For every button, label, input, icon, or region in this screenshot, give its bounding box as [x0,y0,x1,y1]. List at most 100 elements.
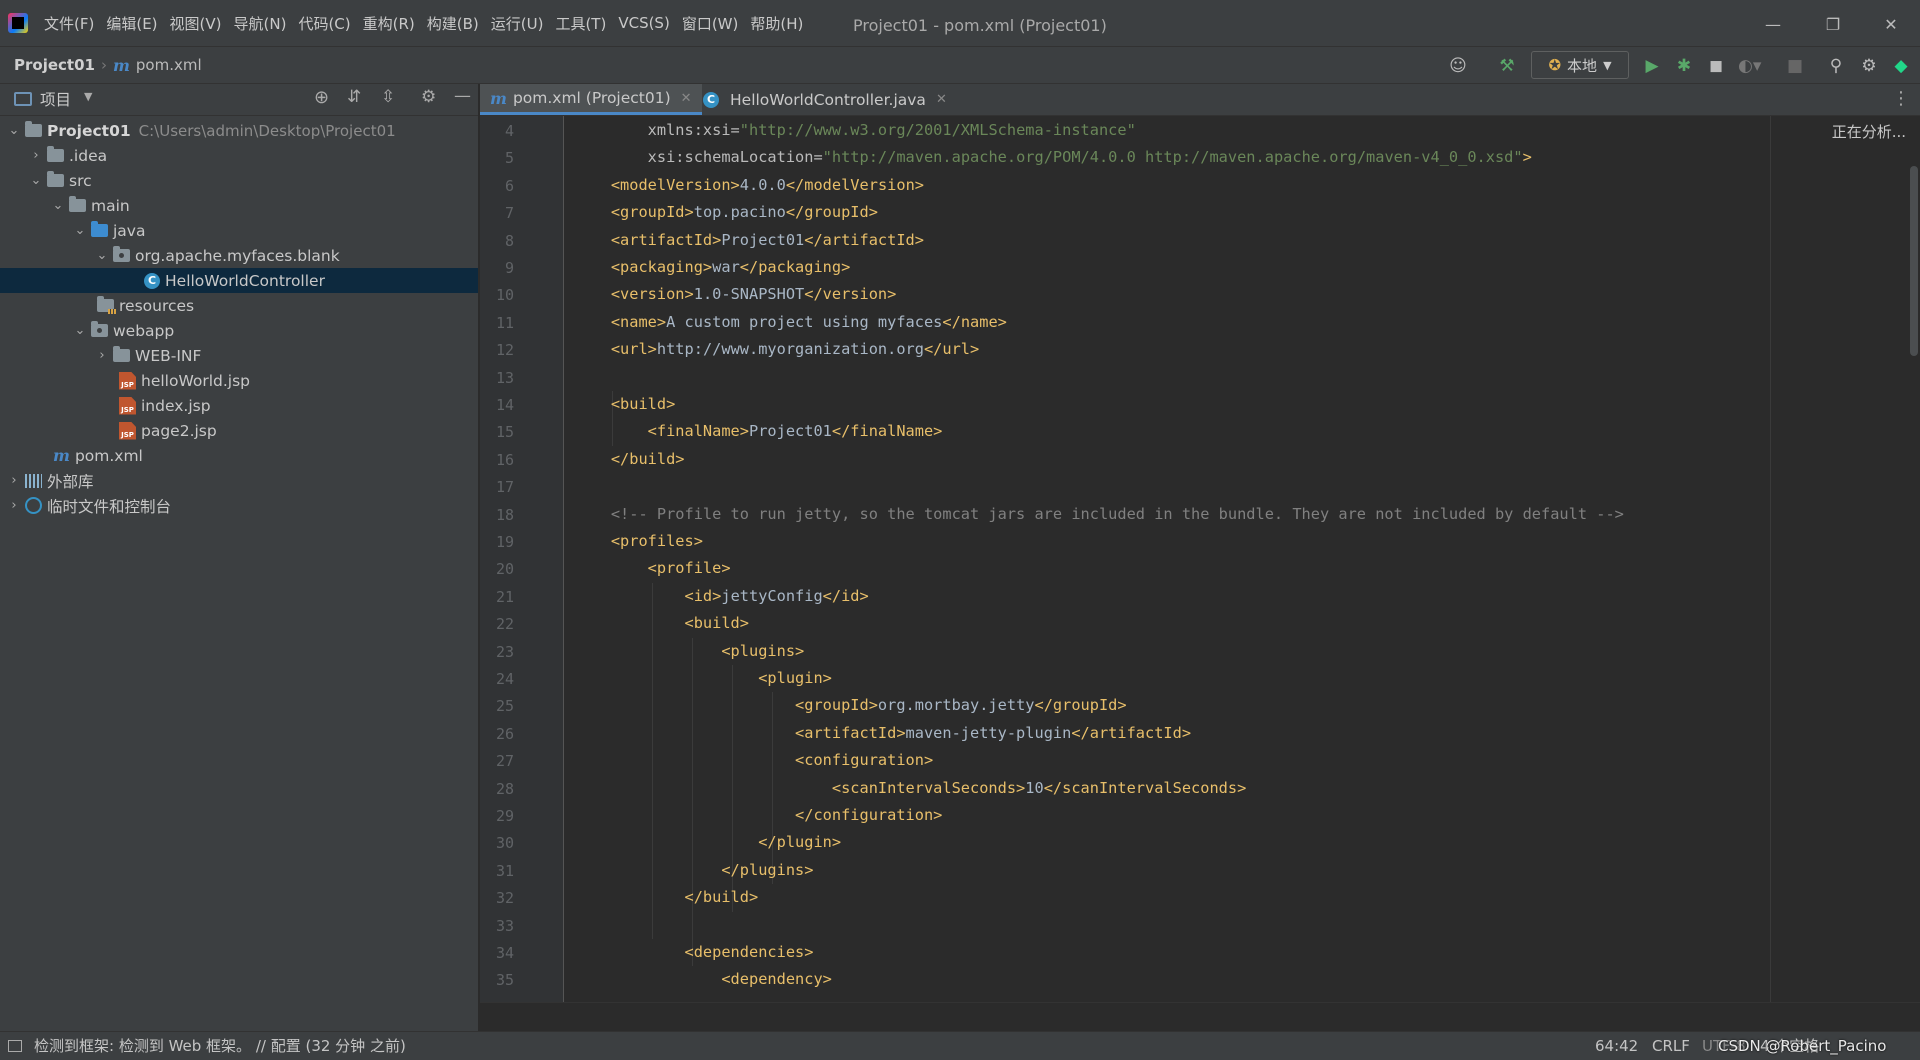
code-line[interactable]: <name>A custom project using myfaces</na… [574,309,1007,336]
tree-item-webapp[interactable]: ⌄ webapp [0,318,478,343]
code-line[interactable]: <packaging>war</packaging> [574,254,850,281]
code-line[interactable]: <profiles> [574,528,703,555]
tree-item-external-libraries[interactable]: › 外部库 [0,468,478,493]
menu-tools[interactable]: 工具(T) [549,13,612,34]
code-line[interactable]: <finalName>Project01</finalName> [574,418,943,445]
menu-window[interactable]: 窗口(W) [676,13,745,34]
tree-item-web-inf[interactable]: › WEB-INF [0,343,478,368]
editor-scrollbar[interactable] [1910,166,1918,356]
tree-item-src[interactable]: ⌄ src [0,168,478,193]
tree-item-scratches[interactable]: › 临时文件和控制台 [0,493,478,518]
search-icon[interactable]: ⚲ [1825,55,1847,77]
code-line[interactable]: </plugin> [574,829,841,856]
code-line[interactable]: </plugins> [574,857,813,884]
tree-item-idea[interactable]: › .idea [0,143,478,168]
code-line[interactable]: xsi:schemaLocation="http://maven.apache.… [574,144,1532,171]
chevron-down-icon[interactable]: ⌄ [28,173,44,188]
project-panel-title[interactable]: 项目 [40,88,71,110]
code-line[interactable]: <build> [574,610,749,637]
chevron-down-icon[interactable]: ⌄ [94,248,110,263]
chevron-right-icon[interactable]: › [6,473,22,488]
profile-icon[interactable]: ◐▾ [1738,55,1761,77]
menu-help[interactable]: 帮助(H) [744,13,809,34]
code-line[interactable]: <build> [574,391,675,418]
close-tab-icon[interactable]: ✕ [936,92,947,107]
settings-gear-icon[interactable]: ⚙ [1858,55,1880,77]
menu-code[interactable]: 代码(C) [292,13,356,34]
code-with-me-icon[interactable]: ◆ [1890,55,1912,77]
code-line[interactable]: xmlns:xsi="http://www.w3.org/2001/XMLSch… [574,117,1136,144]
code-line[interactable]: <artifactId>Project01</artifactId> [574,227,924,254]
tool-windows-icon[interactable] [8,1040,22,1052]
menu-build[interactable]: 构建(B) [421,13,485,34]
collapse-all-icon[interactable]: ⇳ [381,87,395,107]
chevron-down-icon[interactable]: ⌄ [50,198,66,213]
hide-panel-icon[interactable]: — [454,86,471,106]
chevron-down-icon[interactable]: ▼ [84,90,92,103]
coverage-icon[interactable]: ◼ [1705,55,1727,77]
more-tabs-icon[interactable]: ⋮ [1892,88,1910,109]
tree-item-index-jsp[interactable]: JSP index.jsp [0,393,478,418]
tree-item-package[interactable]: ⌄ org.apache.myfaces.blank [0,243,478,268]
tab-helloworldcontroller[interactable]: C HelloWorldController.java ✕ [690,84,957,115]
menu-file[interactable]: 文件(F) [38,13,100,34]
code-line[interactable]: <!-- Profile to run jetty, so the tomcat… [574,501,1624,528]
code-line[interactable]: <dependencies> [574,939,814,966]
code-line[interactable]: <plugin> [574,665,832,692]
code-line[interactable]: <url>http://www.myorganization.org</url> [574,336,979,363]
code-line[interactable]: <groupId>top.pacino</groupId> [574,199,878,226]
tree-item-java[interactable]: ⌄ java [0,218,478,243]
chevron-right-icon[interactable]: › [94,348,110,363]
chevron-right-icon[interactable]: › [28,148,44,163]
run-icon[interactable]: ▶ [1641,55,1663,77]
code-line[interactable]: <id>jettyConfig</id> [574,583,869,610]
menu-edit[interactable]: 编辑(E) [100,13,163,34]
code-line[interactable]: </build> [574,884,759,911]
expand-all-icon[interactable]: ⇵ [347,87,361,107]
chevron-down-icon[interactable]: ⌄ [72,323,88,338]
status-message[interactable]: 检测到框架: 检测到 Web 框架。 // 配置 (32 分钟 之前) [34,1032,406,1060]
breadcrumb-project[interactable]: Project01 [14,56,95,74]
breadcrumb-file[interactable]: pom.xml [136,56,202,74]
run-configuration-select[interactable]: ✪ 本地 ▼ [1531,51,1629,79]
line-separator[interactable]: CRLF [1652,1032,1690,1060]
debug-icon[interactable]: ✱ [1673,55,1695,77]
code-line[interactable]: <dependency> [574,966,832,993]
build-hammer-icon[interactable]: ⚒ [1496,55,1518,77]
code-line[interactable]: </build> [574,446,685,473]
code-line[interactable]: <groupId>org.mortbay.jetty</groupId> [574,692,1127,719]
tree-item-helloworld-jsp[interactable]: JSP helloWorld.jsp [0,368,478,393]
tab-pom-xml[interactable]: m pom.xml (Project01) ✕ [480,84,702,115]
menu-run[interactable]: 运行(U) [485,13,550,34]
chevron-down-icon[interactable]: ⌄ [6,123,22,138]
code-line[interactable]: <artifactId>maven-jetty-plugin</artifact… [574,720,1191,747]
caret-position[interactable]: 64:42 [1595,1032,1638,1060]
chevron-right-icon[interactable]: › [6,498,22,513]
chevron-down-icon[interactable]: ⌄ [72,223,88,238]
code-editor[interactable]: xmlns:xsi="http://www.w3.org/2001/XMLSch… [564,116,1769,1002]
settings-gear-icon[interactable]: ⚙ [421,87,436,107]
code-line[interactable]: <modelVersion>4.0.0</modelVersion> [574,172,924,199]
menu-view[interactable]: 视图(V) [164,13,228,34]
tree-item-page2-jsp[interactable]: JSP page2.jsp [0,418,478,443]
code-line[interactable]: <version>1.0-SNAPSHOT</version> [574,281,897,308]
code-line[interactable]: <plugins> [574,638,804,665]
menu-vcs[interactable]: VCS(S) [612,14,675,32]
close-icon[interactable]: ✕ [1880,14,1902,36]
code-line[interactable]: <profile> [574,555,731,582]
code-line[interactable]: <configuration> [574,747,933,774]
tree-item-main[interactable]: ⌄ main [0,193,478,218]
minimize-icon[interactable]: — [1762,14,1784,36]
code-line[interactable]: </configuration> [574,802,942,829]
menu-navigate[interactable]: 导航(N) [228,13,293,34]
tree-item-project01[interactable]: ⌄ Project01 C:\Users\admin\Desktop\Proje… [0,118,478,143]
stop-icon[interactable]: ■ [1784,55,1806,77]
code-line[interactable]: <scanIntervalSeconds>10</scanIntervalSec… [574,775,1246,802]
tree-item-resources[interactable]: resources [0,293,478,318]
tree-item-helloworldcontroller[interactable]: C HelloWorldController [0,268,478,293]
account-icon[interactable]: ☺▾ [1447,55,1469,98]
tree-item-pom-xml[interactable]: m pom.xml [0,443,478,468]
menu-refactor[interactable]: 重构(R) [357,13,421,34]
locate-file-icon[interactable]: ⊕ [314,87,329,108]
restore-icon[interactable]: ❐ [1822,14,1844,36]
